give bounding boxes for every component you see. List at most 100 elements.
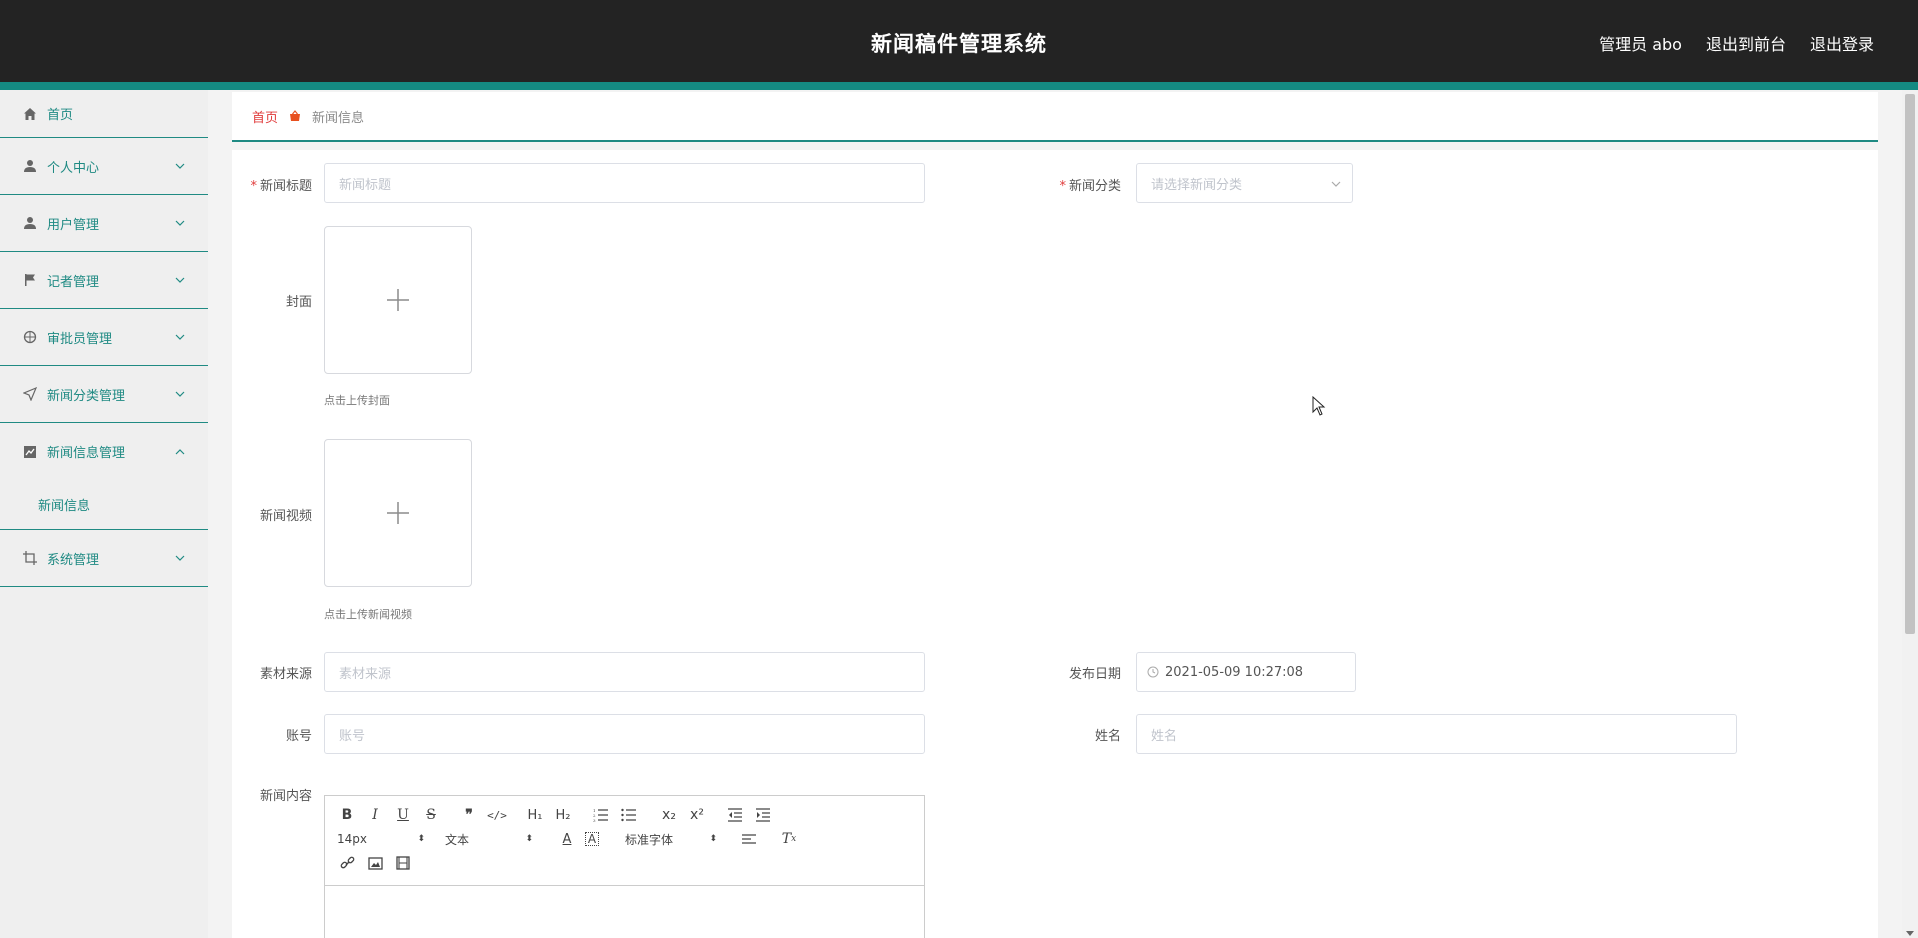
chart-icon bbox=[22, 444, 38, 460]
news-category-label: * 新闻分类 bbox=[1059, 179, 1121, 194]
video-icon[interactable] bbox=[393, 852, 413, 874]
sidebar-item-label: 新闻分类管理 bbox=[47, 388, 126, 404]
indent-icon[interactable] bbox=[753, 804, 773, 826]
source-input[interactable]: 素材来源 bbox=[324, 652, 925, 692]
scrollbar-thumb[interactable] bbox=[1905, 94, 1915, 634]
plus-icon bbox=[387, 502, 409, 524]
content-label: 新闻内容 bbox=[259, 789, 312, 804]
rich-text-editor: B I U S ❞ </> H₁ H₂ 123 x₂ x² 14px ⬍ 文本 … bbox=[324, 795, 925, 938]
svg-text:3: 3 bbox=[593, 818, 596, 822]
font-color-icon[interactable]: A bbox=[557, 828, 577, 850]
crop-icon bbox=[22, 550, 38, 566]
chevron-down-icon bbox=[175, 391, 185, 397]
logout-link[interactable]: 退出登录 bbox=[1810, 31, 1874, 55]
sidebar-item-label: 审批员管理 bbox=[47, 331, 113, 347]
sidebar-item-approver-management[interactable]: 审批员管理 bbox=[0, 309, 208, 366]
sidebar-item-label: 用户管理 bbox=[47, 217, 100, 233]
mouse-cursor-icon bbox=[1312, 396, 1326, 416]
clock-icon bbox=[1147, 666, 1159, 678]
breadcrumb: 首页 新闻信息 bbox=[232, 92, 1878, 142]
news-title-label: * 新闻标题 bbox=[250, 179, 312, 194]
ordered-list-icon[interactable]: 123 bbox=[591, 804, 611, 826]
compass-icon bbox=[22, 329, 38, 345]
page-scrollbar[interactable] bbox=[1902, 90, 1918, 938]
video-hint: 点击上传新闻视频 bbox=[324, 608, 412, 621]
sidebar-item-home[interactable]: 首页 bbox=[0, 90, 208, 138]
top-header: 新闻稿件管理系统 管理员 abo 退出到前台 退出登录 bbox=[0, 0, 1918, 82]
publish-date-label: 发布日期 bbox=[1068, 667, 1121, 682]
top-links: 管理员 abo 退出到前台 退出登录 bbox=[1599, 31, 1874, 55]
breadcrumb-current: 新闻信息 bbox=[312, 110, 365, 126]
chevron-up-icon bbox=[175, 448, 185, 454]
sidebar-item-reporter-management[interactable]: 记者管理 bbox=[0, 252, 208, 309]
publish-date-picker[interactable]: 2021-05-09 10:27:08 bbox=[1136, 652, 1356, 692]
sidebar-item-label: 首页 bbox=[47, 108, 74, 123]
align-left-icon[interactable] bbox=[739, 828, 759, 850]
basket-icon bbox=[288, 109, 302, 123]
news-category-select[interactable]: 请选择新闻分类 bbox=[1136, 163, 1353, 203]
sidebar-subitem-label: 新闻信息 bbox=[38, 499, 91, 514]
cover-label: 封面 bbox=[285, 295, 312, 310]
cover-upload[interactable] bbox=[324, 226, 472, 374]
chevron-down-icon bbox=[175, 163, 185, 169]
sidebar: 首页 个人中心 用户管理 记者管理 审批员管理 新闻分类管理 新闻信息管理 新闻… bbox=[0, 90, 208, 938]
account-label: 账号 bbox=[285, 729, 312, 744]
scroll-down-arrow-icon[interactable] bbox=[1906, 931, 1914, 936]
header-accent-line bbox=[0, 82, 1918, 90]
video-label: 新闻视频 bbox=[259, 509, 312, 524]
name-label: 姓名 bbox=[1094, 729, 1121, 744]
exit-to-frontend-link[interactable]: 退出到前台 bbox=[1706, 31, 1786, 55]
sidebar-item-label: 新闻信息管理 bbox=[47, 446, 126, 461]
sidebar-subitem-news-info[interactable]: 新闻信息 bbox=[0, 480, 208, 530]
heading1-icon[interactable]: H₁ bbox=[525, 804, 545, 826]
chevron-down-icon bbox=[175, 555, 185, 561]
strikethrough-icon[interactable]: S bbox=[421, 804, 441, 826]
admin-user-link[interactable]: 管理员 abo bbox=[1599, 31, 1682, 55]
breadcrumb-home[interactable]: 首页 bbox=[252, 107, 278, 126]
news-title-input[interactable]: 新闻标题 bbox=[324, 163, 925, 203]
chevron-down-icon bbox=[175, 334, 185, 340]
source-label: 素材来源 bbox=[259, 667, 312, 682]
sidebar-item-news-info-management[interactable]: 新闻信息管理 bbox=[0, 423, 208, 480]
superscript-icon[interactable]: x² bbox=[687, 804, 707, 826]
block-type-select[interactable]: 文本 ⬍ bbox=[445, 828, 533, 850]
chevron-down-icon bbox=[175, 277, 185, 283]
sidebar-item-label: 记者管理 bbox=[47, 274, 100, 290]
video-upload[interactable] bbox=[324, 439, 472, 587]
sidebar-item-label: 个人中心 bbox=[47, 160, 100, 176]
user-icon bbox=[22, 215, 38, 231]
chevron-down-icon bbox=[1331, 181, 1341, 187]
image-icon[interactable] bbox=[365, 852, 385, 874]
clear-format-icon[interactable]: Tx bbox=[779, 828, 799, 850]
link-icon[interactable] bbox=[337, 852, 357, 874]
account-input[interactable]: 账号 bbox=[324, 714, 925, 754]
send-icon bbox=[22, 386, 38, 402]
bold-icon[interactable]: B bbox=[337, 804, 357, 826]
outdent-icon[interactable] bbox=[725, 804, 745, 826]
chevron-down-icon bbox=[175, 220, 185, 226]
background-color-icon[interactable]: A bbox=[585, 832, 599, 846]
news-form: * 新闻标题 新闻标题 * 新闻分类 请选择新闻分类 封面 点击上传封面 新闻视频 … bbox=[232, 150, 1878, 938]
font-family-select[interactable]: 标准字体 ⬍ bbox=[625, 828, 717, 850]
heading2-icon[interactable]: H₂ bbox=[553, 804, 573, 826]
home-icon bbox=[22, 106, 38, 122]
quote-icon[interactable]: ❞ bbox=[459, 804, 479, 826]
editor-content-area[interactable] bbox=[325, 886, 924, 938]
sidebar-item-label: 系统管理 bbox=[47, 552, 100, 568]
subscript-icon[interactable]: x₂ bbox=[659, 804, 679, 826]
editor-toolbar: B I U S ❞ </> H₁ H₂ 123 x₂ x² 14px ⬍ 文本 … bbox=[325, 796, 924, 886]
underline-icon[interactable]: U bbox=[393, 804, 413, 826]
bullet-list-icon[interactable] bbox=[619, 804, 639, 826]
sidebar-item-personal-center[interactable]: 个人中心 bbox=[0, 138, 208, 195]
sidebar-item-system-management[interactable]: 系统管理 bbox=[0, 530, 208, 587]
sidebar-item-news-category-management[interactable]: 新闻分类管理 bbox=[0, 366, 208, 423]
font-size-select[interactable]: 14px ⬍ bbox=[337, 828, 425, 850]
sidebar-item-user-management[interactable]: 用户管理 bbox=[0, 195, 208, 252]
code-icon[interactable]: </> bbox=[487, 804, 507, 826]
user-icon bbox=[22, 158, 38, 174]
italic-icon[interactable]: I bbox=[365, 804, 385, 826]
name-input[interactable]: 姓名 bbox=[1136, 714, 1737, 754]
main-content: 首页 新闻信息 * 新闻标题 新闻标题 * 新闻分类 请选择新闻分类 封面 点击上传… bbox=[208, 90, 1902, 938]
plus-icon bbox=[387, 289, 409, 311]
cover-hint: 点击上传封面 bbox=[324, 394, 390, 407]
